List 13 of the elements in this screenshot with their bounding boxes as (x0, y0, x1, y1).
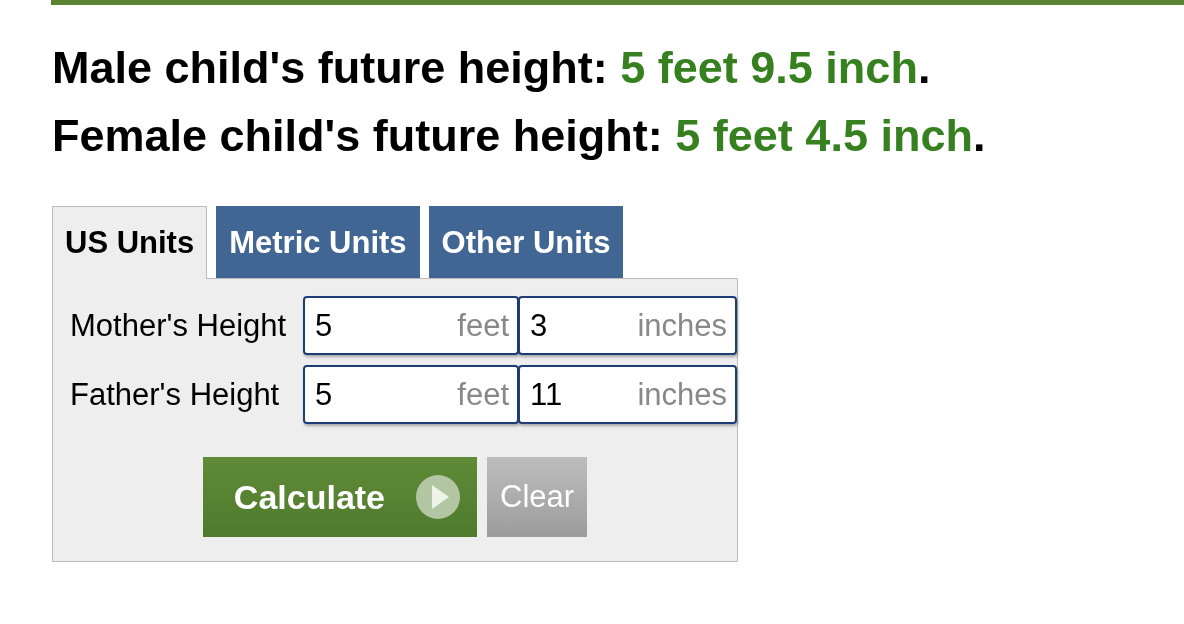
tab[interactable]: US Units (52, 206, 208, 279)
result-text: Female child's future height: 5 feet 4.5 inch. (52, 109, 987, 163)
tab[interactable]: Metric Units (216, 206, 420, 278)
tab[interactable]: Other Units (428, 206, 624, 278)
calculate-button[interactable]: Calculate (202, 457, 478, 537)
unit-label: feet (457, 307, 509, 344)
field-label: Father's Height (70, 376, 281, 413)
unit-label: inches (637, 307, 727, 344)
play-icon (416, 475, 461, 519)
result-text: Male child's future height: 5 feet 9.5 inch. (52, 41, 932, 95)
unit-label: inches (637, 376, 727, 413)
field-label: Mother's Height (70, 307, 288, 344)
unit-label: feet (457, 376, 509, 413)
